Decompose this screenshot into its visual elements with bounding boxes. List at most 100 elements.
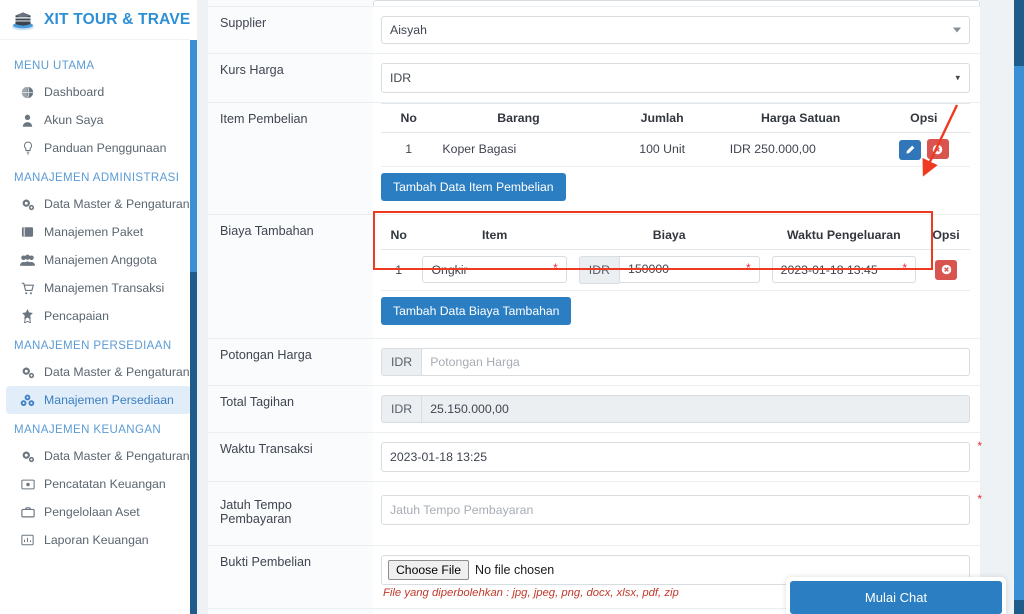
- col-opsi: Opsi: [922, 220, 970, 250]
- form-row-kurs-harga: Kurs Harga IDR ▾: [208, 53, 980, 103]
- sidebar-item-label: Panduan Penggunaan: [44, 141, 167, 155]
- cell-opsi: [922, 249, 970, 291]
- supplier-select[interactable]: Aisyah: [381, 16, 970, 44]
- money-icon: [20, 479, 35, 490]
- table-row: 1 Koper Bagasi 100 Unit IDR 250.000,00: [381, 132, 970, 167]
- col-no: No: [381, 220, 417, 250]
- lightbulb-icon: [20, 141, 35, 155]
- required-asterisk: *: [977, 438, 982, 453]
- waktu-pengeluaran-input[interactable]: 2023-01-18 13:45 *: [771, 256, 916, 283]
- delete-row-button[interactable]: [935, 259, 957, 280]
- briefcase-icon: [20, 506, 35, 518]
- waktu-transaksi-label: Waktu Transaksi: [208, 432, 373, 482]
- col-waktu-pengeluaran: Waktu Pengeluaran: [765, 220, 922, 250]
- required-asterisk: *: [745, 260, 751, 275]
- sidebar-item-manajemen-anggota[interactable]: Manajemen Anggota: [6, 246, 191, 274]
- biaya-amount-input[interactable]: 150000 *: [618, 255, 760, 283]
- potongan-harga-group: IDR Potongan Harga: [381, 347, 970, 376]
- user-icon: [20, 114, 35, 127]
- pencil-icon: [906, 145, 915, 153]
- brand-title: XIT TOUR & TRAVEL: [44, 10, 197, 28]
- sidebar-item-dashboard[interactable]: Dashboard: [6, 78, 191, 106]
- sidebar-scrollbar-thumb[interactable]: [190, 40, 197, 272]
- cell-waktu-pengeluaran: 2023-01-18 13:45 *: [765, 249, 922, 291]
- form-row-biaya-tambahan: Biaya Tambahan No Item Biaya Waktu Penge…: [208, 210, 980, 339]
- cell-no: 1: [381, 132, 437, 167]
- page-scrollbar-bottom-cap: [1014, 600, 1024, 614]
- award-icon: [20, 309, 35, 323]
- kurs-harga-select[interactable]: IDR ▾: [381, 63, 970, 93]
- col-jumlah: Jumlah: [600, 103, 724, 133]
- sidebar-item-manajemen-paket[interactable]: Manajemen Paket: [6, 218, 191, 246]
- sidebar-inner: XIT TOUR & TRAVEL MENU UTAMA Dashboard A…: [0, 0, 197, 554]
- table-header-row: No Item Biaya Waktu Pengeluaran Opsi: [381, 220, 970, 250]
- sidebar-item-manajemen-persediaan[interactable]: Manajemen Persediaan: [6, 386, 191, 414]
- sidebar-item-pencatatan-keuangan[interactable]: Pencatatan Keuangan: [6, 470, 191, 498]
- brand[interactable]: XIT TOUR & TRAVEL: [0, 0, 197, 40]
- table-header-row: No Barang Jumlah Harga Satuan Opsi: [381, 103, 970, 133]
- file-status-text: No file chosen: [475, 562, 555, 577]
- app-root: XIT TOUR & TRAVEL MENU UTAMA Dashboard A…: [0, 0, 1024, 614]
- sidebar-item-akun-saya[interactable]: Akun Saya: [6, 106, 191, 134]
- sidebar-item-pencapaian[interactable]: Pencapaian: [6, 302, 191, 330]
- potongan-harga-input[interactable]: Potongan Harga: [421, 347, 970, 376]
- sidebar-item-data-master-keuangan[interactable]: Data Master & Pengaturan: [6, 442, 191, 470]
- sidebar-item-manajemen-transaksi[interactable]: Manajemen Transaksi: [6, 274, 191, 302]
- biaya-tambahan-table: No Item Biaya Waktu Pengeluaran Opsi 1 O…: [381, 220, 970, 291]
- nav-group-header: MANAJEMEN KEUANGAN: [14, 424, 162, 436]
- cell-no: 1: [381, 249, 417, 291]
- mulai-chat-button[interactable]: Mulai Chat: [790, 581, 1002, 614]
- sidebar-item-label: Manajemen Persediaan: [44, 393, 174, 407]
- edit-row-button[interactable]: [899, 139, 922, 160]
- sidebar-item-laporan-keuangan[interactable]: Laporan Keuangan: [6, 526, 191, 554]
- sidebar-item-label: Data Master & Pengaturan: [44, 365, 190, 379]
- delete-row-button[interactable]: [926, 139, 949, 159]
- purchase-form-card: Supplier Aisyah Kurs Harga IDR ▾ Item Pe…: [208, 0, 982, 614]
- sidebar-item-label: Dashboard: [44, 85, 105, 99]
- sidebar-scrollbar-gap: [190, 0, 197, 40]
- cut-input[interactable]: [373, 0, 980, 6]
- cart-icon: [20, 282, 35, 295]
- sidebar-item-label: Pengelolaan Aset: [44, 505, 140, 519]
- sidebar-item-pengelolaan-aset[interactable]: Pengelolaan Aset: [6, 498, 191, 526]
- nav-group-header: MANAJEMEN PERSEDIAAN: [14, 340, 172, 352]
- cell-harga-satuan: IDR 250.000,00: [723, 132, 878, 167]
- sidebar-item-panduan-penggunaan[interactable]: Panduan Penggunaan: [6, 134, 191, 162]
- col-biaya: Biaya: [572, 220, 766, 250]
- sidebar-item-label: Pencapaian: [44, 309, 109, 323]
- boxes-icon: [20, 394, 35, 407]
- circle-x-icon: [932, 144, 943, 154]
- form-row-total-tagihan: Total Tagihan IDR 25.150.000,00: [208, 385, 980, 433]
- page-scrollbar-thumb[interactable]: [1014, 0, 1024, 66]
- sidebar-item-data-master-administrasi[interactable]: Data Master & Pengaturan: [6, 190, 191, 218]
- col-barang: Barang: [436, 103, 601, 133]
- col-item: Item: [416, 220, 573, 250]
- total-tagihan-currency-addon: IDR: [381, 394, 422, 423]
- form-row-supplier: Supplier Aisyah: [208, 6, 980, 54]
- biaya-item-value: Ongkir: [431, 262, 468, 277]
- sidebar-item-label: Pencatatan Keuangan: [44, 477, 166, 491]
- cell-biaya: IDR 150000 *: [572, 249, 766, 291]
- jatuh-tempo-input[interactable]: Jatuh Tempo Pembayaran: [381, 494, 970, 525]
- chevron-down-icon: [953, 27, 961, 33]
- total-tagihan-group: IDR 25.150.000,00: [381, 394, 970, 423]
- gears-icon: [20, 450, 35, 463]
- choose-file-button[interactable]: Choose File: [388, 559, 470, 580]
- waktu-transaksi-input[interactable]: 2023-01-18 13:25: [381, 441, 970, 472]
- total-tagihan-label: Total Tagihan: [208, 385, 373, 433]
- jatuh-tempo-label: Jatuh Tempo Pembayaran: [208, 481, 373, 546]
- sidebar-nav: MENU UTAMA Dashboard Akun Saya Panduan P…: [0, 40, 197, 554]
- add-biaya-tambahan-button[interactable]: Tambah Data Biaya Tambahan: [381, 296, 572, 325]
- form-row-item-pembelian: Item Pembelian No Barang Jumlah Harga Sa…: [208, 102, 980, 215]
- page-scrollbar-track[interactable]: [1014, 0, 1024, 614]
- kurs-harga-value-cell: IDR ▾: [373, 53, 980, 103]
- sidebar-item-label: Manajemen Anggota: [44, 253, 157, 267]
- biaya-item-input[interactable]: Ongkir *: [422, 256, 567, 283]
- add-item-pembelian-button[interactable]: Tambah Data Item Pembelian: [381, 172, 566, 201]
- sidebar-item-data-master-persediaan[interactable]: Data Master & Pengaturan: [6, 358, 191, 386]
- jatuh-tempo-placeholder: Jatuh Tempo Pembayaran: [390, 502, 534, 517]
- supplier-selected-value: Aisyah: [390, 23, 427, 37]
- potongan-harga-currency-addon: IDR: [381, 347, 422, 376]
- potongan-harga-placeholder: Potongan Harga: [430, 354, 520, 369]
- form-row-waktu-transaksi: Waktu Transaksi 2023-01-18 13:25 *: [208, 432, 982, 482]
